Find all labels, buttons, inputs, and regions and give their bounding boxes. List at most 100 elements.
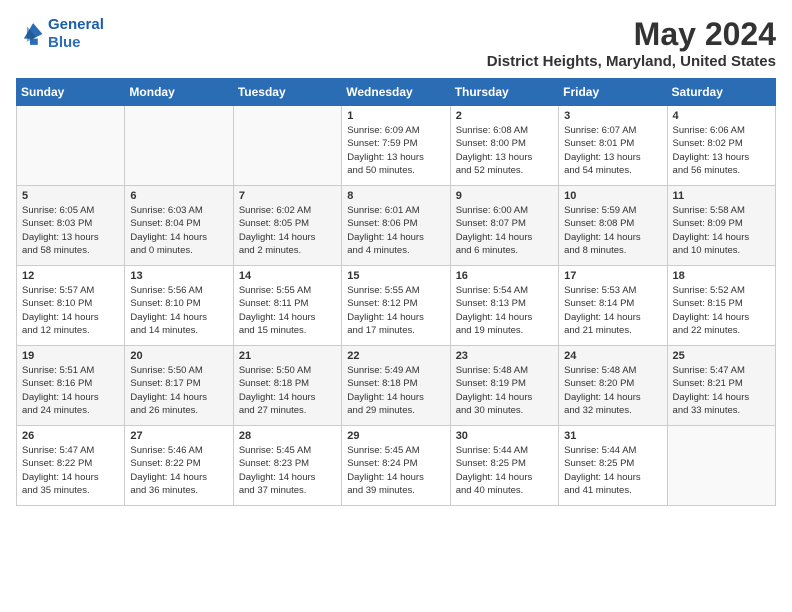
cell-sun-info: Sunrise: 5:54 AMSunset: 8:13 PMDaylight:… <box>456 284 553 337</box>
calendar-week-3: 12 Sunrise: 5:57 AMSunset: 8:10 PMDayligh… <box>17 266 776 346</box>
location-title: District Heights, Maryland, United State… <box>487 53 776 70</box>
day-number: 10 <box>564 190 661 202</box>
day-number: 5 <box>22 190 119 202</box>
calendar-cell <box>17 106 125 186</box>
day-number: 1 <box>347 110 444 122</box>
cell-sun-info: Sunrise: 5:55 AMSunset: 8:12 PMDaylight:… <box>347 284 444 337</box>
weekday-header-thursday: Thursday <box>450 79 558 106</box>
cell-sun-info: Sunrise: 5:47 AMSunset: 8:22 PMDaylight:… <box>22 444 119 497</box>
calendar-cell: 17 Sunrise: 5:53 AMSunset: 8:14 PMDayligh… <box>559 266 667 346</box>
day-number: 3 <box>564 110 661 122</box>
day-number: 4 <box>673 110 770 122</box>
logo-icon <box>16 20 44 48</box>
cell-sun-info: Sunrise: 5:50 AMSunset: 8:18 PMDaylight:… <box>239 364 336 417</box>
day-number: 19 <box>22 350 119 362</box>
calendar-cell: 14 Sunrise: 5:55 AMSunset: 8:11 PMDayligh… <box>233 266 341 346</box>
calendar-cell: 13Sunrise: 5:56 AMSunset: 8:10 PMDayligh… <box>125 266 233 346</box>
day-number: 14 <box>239 270 336 282</box>
calendar-cell <box>233 106 341 186</box>
cell-sun-info: Sunrise: 6:02 AMSunset: 8:05 PMDaylight:… <box>239 204 336 257</box>
day-number: 8 <box>347 190 444 202</box>
page-header: General Blue May 2024 District Heights, … <box>16 16 776 70</box>
cell-sun-info: Sunrise: 5:58 AMSunset: 8:09 PMDaylight:… <box>673 204 770 257</box>
day-number: 16 <box>456 270 553 282</box>
calendar-cell: 19 Sunrise: 5:51 AMSunset: 8:16 PMDayligh… <box>17 346 125 426</box>
calendar-cell: 4 Sunrise: 6:06 AMSunset: 8:02 PMDaylight… <box>667 106 775 186</box>
weekday-header-saturday: Saturday <box>667 79 775 106</box>
day-number: 27 <box>130 430 227 442</box>
cell-sun-info: Sunrise: 6:01 AMSunset: 8:06 PMDaylight:… <box>347 204 444 257</box>
day-number: 24 <box>564 350 661 362</box>
day-number: 9 <box>456 190 553 202</box>
day-number: 29 <box>347 430 444 442</box>
day-number: 6 <box>130 190 227 202</box>
calendar-cell: 15 Sunrise: 5:55 AMSunset: 8:12 PMDayligh… <box>342 266 450 346</box>
calendar-cell: 25 Sunrise: 5:47 AMSunset: 8:21 PMDayligh… <box>667 346 775 426</box>
calendar-cell: 3 Sunrise: 6:07 AMSunset: 8:01 PMDaylight… <box>559 106 667 186</box>
cell-sun-info: Sunrise: 5:44 AMSunset: 8:25 PMDaylight:… <box>456 444 553 497</box>
calendar-table: SundayMondayTuesdayWednesdayThursdayFrid… <box>16 78 776 506</box>
cell-sun-info: Sunrise: 5:45 AMSunset: 8:24 PMDaylight:… <box>347 444 444 497</box>
calendar-cell: 8 Sunrise: 6:01 AMSunset: 8:06 PMDaylight… <box>342 186 450 266</box>
calendar-cell: 28Sunrise: 5:45 AMSunset: 8:23 PMDayligh… <box>233 426 341 506</box>
cell-sun-info: Sunrise: 5:53 AMSunset: 8:14 PMDaylight:… <box>564 284 661 337</box>
calendar-cell: 1 Sunrise: 6:09 AMSunset: 7:59 PMDaylight… <box>342 106 450 186</box>
calendar-cell: 22 Sunrise: 5:49 AMSunset: 8:18 PMDayligh… <box>342 346 450 426</box>
cell-sun-info: Sunrise: 6:05 AMSunset: 8:03 PMDaylight:… <box>22 204 119 257</box>
cell-sun-info: Sunrise: 5:55 AMSunset: 8:11 PMDaylight:… <box>239 284 336 337</box>
day-number: 12 <box>22 270 119 282</box>
calendar-cell <box>125 106 233 186</box>
day-number: 23 <box>456 350 553 362</box>
cell-sun-info: Sunrise: 5:49 AMSunset: 8:18 PMDaylight:… <box>347 364 444 417</box>
cell-sun-info: Sunrise: 5:59 AMSunset: 8:08 PMDaylight:… <box>564 204 661 257</box>
calendar-cell: 27Sunrise: 5:46 AMSunset: 8:22 PMDayligh… <box>125 426 233 506</box>
day-number: 2 <box>456 110 553 122</box>
calendar-cell: 20 Sunrise: 5:50 AMSunset: 8:17 PMDayligh… <box>125 346 233 426</box>
day-number: 31 <box>564 430 661 442</box>
calendar-cell: 18 Sunrise: 5:52 AMSunset: 8:15 PMDayligh… <box>667 266 775 346</box>
day-number: 17 <box>564 270 661 282</box>
cell-sun-info: Sunrise: 5:48 AMSunset: 8:19 PMDaylight:… <box>456 364 553 417</box>
cell-sun-info: Sunrise: 5:50 AMSunset: 8:17 PMDaylight:… <box>130 364 227 417</box>
calendar-week-1: 1 Sunrise: 6:09 AMSunset: 7:59 PMDaylight… <box>17 106 776 186</box>
cell-sun-info: Sunrise: 6:00 AMSunset: 8:07 PMDaylight:… <box>456 204 553 257</box>
weekday-header-monday: Monday <box>125 79 233 106</box>
day-number: 20 <box>130 350 227 362</box>
weekday-header-friday: Friday <box>559 79 667 106</box>
cell-sun-info: Sunrise: 5:52 AMSunset: 8:15 PMDaylight:… <box>673 284 770 337</box>
day-number: 11 <box>673 190 770 202</box>
cell-sun-info: Sunrise: 6:03 AMSunset: 8:04 PMDaylight:… <box>130 204 227 257</box>
cell-sun-info: Sunrise: 6:06 AMSunset: 8:02 PMDaylight:… <box>673 124 770 177</box>
cell-sun-info: Sunrise: 5:47 AMSunset: 8:21 PMDaylight:… <box>673 364 770 417</box>
weekday-header-tuesday: Tuesday <box>233 79 341 106</box>
cell-sun-info: Sunrise: 5:51 AMSunset: 8:16 PMDaylight:… <box>22 364 119 417</box>
calendar-cell: 12 Sunrise: 5:57 AMSunset: 8:10 PMDayligh… <box>17 266 125 346</box>
calendar-cell: 6 Sunrise: 6:03 AMSunset: 8:04 PMDaylight… <box>125 186 233 266</box>
day-number: 18 <box>673 270 770 282</box>
calendar-cell: 26 Sunrise: 5:47 AMSunset: 8:22 PMDayligh… <box>17 426 125 506</box>
calendar-cell: 16 Sunrise: 5:54 AMSunset: 8:13 PMDayligh… <box>450 266 558 346</box>
cell-sun-info: Sunrise: 6:09 AMSunset: 7:59 PMDaylight:… <box>347 124 444 177</box>
calendar-cell: 10 Sunrise: 5:59 AMSunset: 8:08 PMDayligh… <box>559 186 667 266</box>
calendar-cell: 9 Sunrise: 6:00 AMSunset: 8:07 PMDaylight… <box>450 186 558 266</box>
cell-sun-info: Sunrise: 5:45 AMSunset: 8:23 PMDaylight:… <box>239 444 336 497</box>
logo-text: General Blue <box>48 16 104 52</box>
day-number: 22 <box>347 350 444 362</box>
cell-sun-info: Sunrise: 5:56 AMSunset: 8:10 PMDaylight:… <box>130 284 227 337</box>
cell-sun-info: Sunrise: 6:07 AMSunset: 8:01 PMDaylight:… <box>564 124 661 177</box>
calendar-cell: 2Sunrise: 6:08 AMSunset: 8:00 PMDaylight… <box>450 106 558 186</box>
cell-sun-info: Sunrise: 5:57 AMSunset: 8:10 PMDaylight:… <box>22 284 119 337</box>
day-number: 25 <box>673 350 770 362</box>
calendar-cell: 7 Sunrise: 6:02 AMSunset: 8:05 PMDaylight… <box>233 186 341 266</box>
day-number: 26 <box>22 430 119 442</box>
title-block: May 2024 District Heights, Maryland, Uni… <box>487 16 776 70</box>
day-number: 7 <box>239 190 336 202</box>
calendar-cell: 30 Sunrise: 5:44 AMSunset: 8:25 PMDayligh… <box>450 426 558 506</box>
day-number: 30 <box>456 430 553 442</box>
calendar-week-4: 19 Sunrise: 5:51 AMSunset: 8:16 PMDayligh… <box>17 346 776 426</box>
day-number: 21 <box>239 350 336 362</box>
calendar-cell: 5 Sunrise: 6:05 AMSunset: 8:03 PMDaylight… <box>17 186 125 266</box>
calendar-cell: 11 Sunrise: 5:58 AMSunset: 8:09 PMDayligh… <box>667 186 775 266</box>
calendar-cell: 29 Sunrise: 5:45 AMSunset: 8:24 PMDayligh… <box>342 426 450 506</box>
day-number: 15 <box>347 270 444 282</box>
